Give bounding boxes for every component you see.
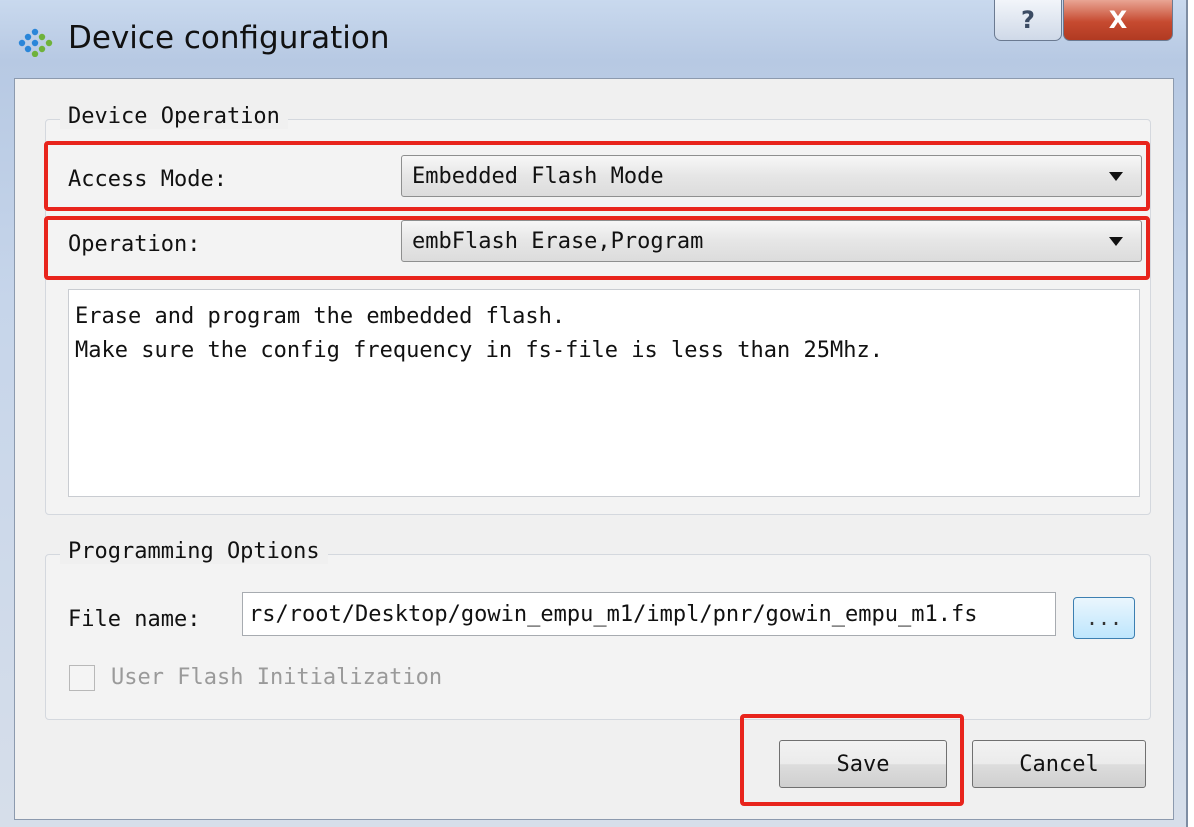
- user-flash-checkbox[interactable]: [69, 665, 95, 691]
- file-name-label: File name:: [68, 607, 201, 632]
- cancel-label: Cancel: [1019, 751, 1099, 777]
- close-icon: X: [1108, 6, 1128, 34]
- device-operation-title: Device Operation: [60, 104, 288, 129]
- cancel-button[interactable]: Cancel: [972, 740, 1146, 788]
- help-button[interactable]: ?: [994, 0, 1062, 41]
- chevron-down-icon: [1109, 172, 1123, 181]
- access-mode-label: Access Mode:: [68, 167, 227, 192]
- gowin-logo-icon: [18, 28, 53, 57]
- chevron-down-icon: [1109, 237, 1123, 246]
- programming-options-group: Programming Options: [45, 539, 1151, 720]
- operation-value: embFlash Erase,Program: [412, 228, 704, 254]
- operation-select[interactable]: embFlash Erase,Program: [401, 220, 1142, 262]
- window-title: Device configuration: [68, 20, 390, 56]
- user-flash-label: User Flash Initialization: [111, 665, 443, 690]
- title-bar[interactable]: Device configuration ? X: [0, 0, 1186, 78]
- access-mode-value: Embedded Flash Mode: [412, 163, 664, 189]
- operation-description: Erase and program the embedded flash. Ma…: [68, 289, 1140, 497]
- dialog-body: Device Operation Access Mode: Embedded F…: [14, 78, 1174, 820]
- access-mode-select[interactable]: Embedded Flash Mode: [401, 155, 1142, 197]
- operation-label: Operation:: [68, 232, 201, 257]
- programming-options-title: Programming Options: [60, 539, 328, 564]
- description-line: Erase and program the embedded flash.: [75, 304, 566, 329]
- browse-label: ...: [1085, 606, 1123, 630]
- description-line: Make sure the config frequency in fs-fil…: [75, 338, 883, 363]
- save-label: Save: [836, 751, 890, 777]
- save-button[interactable]: Save: [779, 740, 947, 788]
- browse-button[interactable]: ...: [1073, 597, 1135, 639]
- device-configuration-dialog: Device configuration ? X Device Operatio…: [0, 0, 1188, 827]
- help-icon: ?: [1021, 6, 1035, 34]
- file-name-input[interactable]: [242, 592, 1056, 636]
- close-button[interactable]: X: [1063, 0, 1173, 41]
